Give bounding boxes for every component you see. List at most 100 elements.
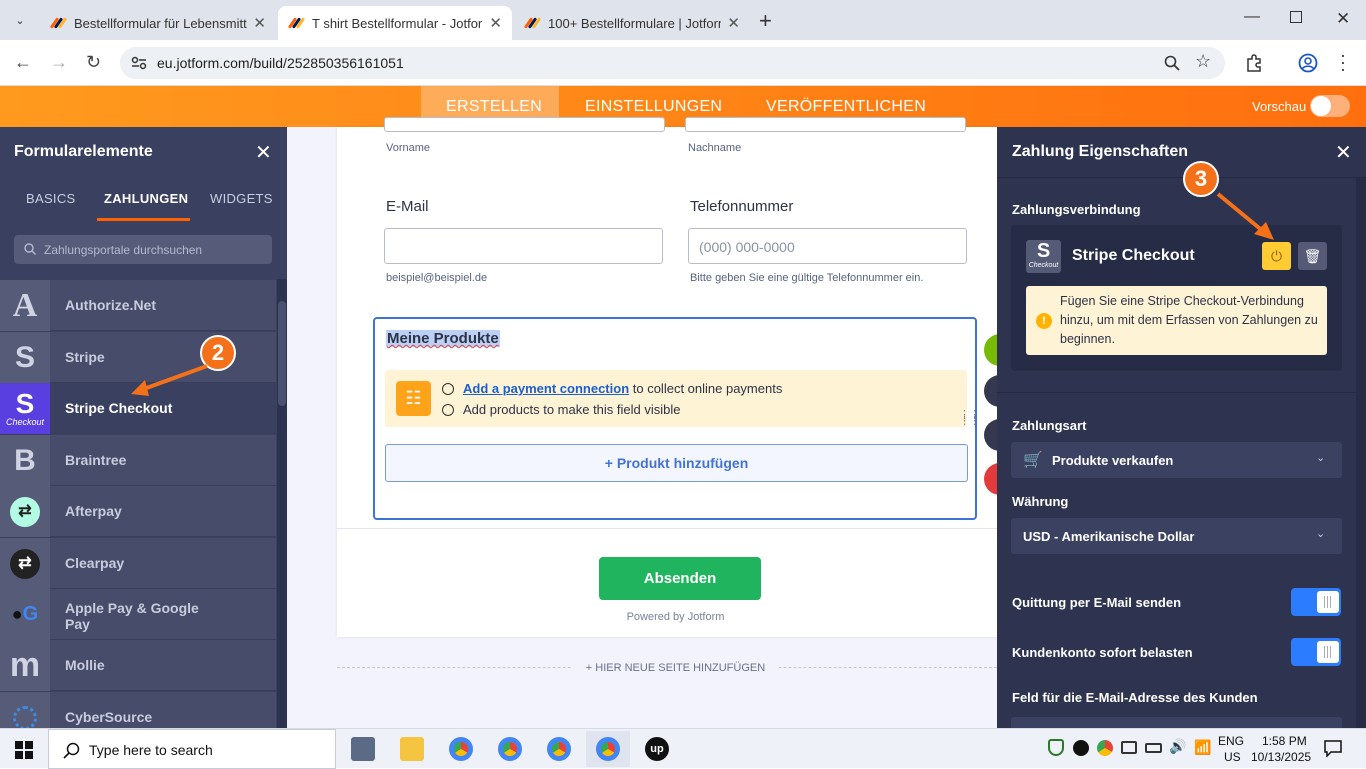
site-info-icon[interactable] xyxy=(131,56,147,70)
add-payment-connection-link[interactable]: Add a payment connection xyxy=(463,381,629,396)
add-product-button[interactable]: + Produkt hinzufügen xyxy=(385,444,968,482)
extensions-icon[interactable] xyxy=(1245,54,1263,72)
email-field-label: Feld für die E-Mail-Adresse des Kunden xyxy=(1012,690,1258,705)
close-tab-icon[interactable]: ✕ xyxy=(727,14,740,32)
minimize-icon[interactable]: — xyxy=(1244,8,1260,26)
gateway-label: Stripe xyxy=(65,349,105,365)
email-field-select[interactable] xyxy=(1011,717,1342,728)
browser-tab-2[interactable]: T shirt Bestellformular - Jotform ✕ xyxy=(278,6,512,40)
gateway-search-input[interactable]: Zahlungsportale durchsuchen xyxy=(14,235,272,264)
note-line-2: Add products to make this field visible xyxy=(463,402,681,417)
email-input[interactable] xyxy=(384,228,663,264)
bookmark-star-icon[interactable]: ☆ xyxy=(1195,51,1211,72)
chrome-profile-icon[interactable] xyxy=(498,737,522,761)
gateway-afterpay[interactable]: ⇄ Afterpay xyxy=(0,486,276,537)
gateway-apple-google-pay[interactable]: ● G Apple Pay & Google Pay xyxy=(0,589,276,640)
tab-widgets[interactable]: WIDGETS xyxy=(210,191,273,206)
products-setup-note: ☷ Add a payment connection to collect on… xyxy=(385,370,967,427)
checklist-radio-1 xyxy=(442,383,454,395)
close-tab-icon[interactable]: ✕ xyxy=(489,14,502,32)
browser-tab-1[interactable]: Bestellformular für Lebensmitte ✕ xyxy=(40,6,276,40)
file-explorer-icon[interactable] xyxy=(400,737,424,761)
tab-search-icon[interactable]: ⌄ xyxy=(10,11,30,31)
url-text: eu.jotform.com/build/252850356161051 xyxy=(157,55,404,71)
upwork-icon[interactable]: up xyxy=(645,737,669,761)
properties-scrollbar[interactable] xyxy=(1356,178,1366,728)
receipt-toggle[interactable] xyxy=(1291,588,1341,616)
add-new-page-label[interactable]: + HIER NEUE SEITE HINZUFÜGEN xyxy=(571,662,780,674)
clock-date[interactable]: 10/13/2025 xyxy=(1251,750,1311,764)
upwork-tray-icon[interactable] xyxy=(1073,740,1089,756)
jotform-favicon xyxy=(49,15,68,31)
products-title[interactable]: Meine Produkte xyxy=(386,330,500,347)
divider xyxy=(997,177,1366,178)
gateway-authorize-net[interactable]: A Authorize.Net xyxy=(0,280,276,331)
gateway-clearpay[interactable]: ⇄ Clearpay xyxy=(0,538,276,589)
volume-icon[interactable]: 🔊 xyxy=(1169,738,1186,755)
display-tray-icon[interactable] xyxy=(1121,741,1137,754)
form-canvas: Vorname Nachname E-Mail Telefonnummer (0… xyxy=(287,117,1010,728)
chrome-icon[interactable] xyxy=(449,737,473,761)
properties-title: Zahlung Eigenschaften xyxy=(1012,143,1189,160)
preview-toggle[interactable] xyxy=(1310,95,1350,117)
first-name-input[interactable] xyxy=(384,117,665,132)
wifi-icon[interactable]: 📶 xyxy=(1194,739,1211,756)
payment-type-select[interactable]: 🛒 Produkte verkaufen ⌄ xyxy=(1011,442,1342,478)
zoom-icon[interactable] xyxy=(1164,55,1180,71)
stripe-checkout-logo-icon: S Checkout xyxy=(1026,240,1061,273)
close-window-icon[interactable]: ✕ xyxy=(1336,9,1350,29)
taskbar-search-input[interactable]: Type here to search xyxy=(48,729,336,769)
browser-tab-3[interactable]: 100+ Bestellformulare | Jotform ✕ xyxy=(514,6,750,40)
divider xyxy=(337,528,997,529)
battery-icon[interactable] xyxy=(1145,743,1162,753)
currency-label: Währung xyxy=(1012,494,1069,509)
security-shield-icon[interactable] xyxy=(1048,739,1064,756)
add-new-page[interactable]: + HIER NEUE SEITE HINZUFÜGEN xyxy=(337,662,997,679)
region-label[interactable]: US xyxy=(1224,750,1241,764)
delete-trash-button[interactable]: 🗑 xyxy=(1298,242,1327,270)
chrome-tray-icon[interactable] xyxy=(1097,740,1113,756)
gateway-braintree[interactable]: B Braintree xyxy=(0,435,276,486)
last-name-sublabel: Nachname xyxy=(688,142,742,154)
address-bar-row: ← → ↻ eu.jotform.com/build/2528503561610… xyxy=(0,40,1366,86)
profile-icon[interactable] xyxy=(1298,53,1318,73)
calculator-icon[interactable] xyxy=(351,737,375,761)
gateway-label: Authorize.Net xyxy=(65,297,156,313)
close-tab-icon[interactable]: ✕ xyxy=(253,14,266,32)
phone-input[interactable]: (000) 000-0000 xyxy=(688,228,967,264)
drag-handle-icon[interactable]: ⋮⋮ ⋮⋮ xyxy=(959,410,980,427)
chrome-profile-2-icon[interactable] xyxy=(547,737,571,761)
notifications-icon[interactable] xyxy=(1324,739,1342,757)
last-name-input[interactable] xyxy=(685,117,966,132)
payment-type-value: Produkte verkaufen xyxy=(1052,453,1174,468)
new-tab-icon[interactable]: + xyxy=(759,8,772,34)
search-icon xyxy=(63,742,80,759)
powered-by-label: Powered by Jotform xyxy=(626,611,725,623)
panel-scrollbar[interactable] xyxy=(277,279,287,728)
forward-icon[interactable]: → xyxy=(50,52,68,73)
active-tab-indicator xyxy=(97,218,190,221)
currency-select[interactable]: USD - Amerikanische Dollar ⌄ xyxy=(1011,518,1342,554)
browser-menu-icon[interactable]: · · · xyxy=(1340,46,1346,78)
back-icon[interactable]: ← xyxy=(14,52,32,73)
afterpay-icon: ⇄ xyxy=(0,486,50,537)
charge-toggle[interactable] xyxy=(1291,638,1341,666)
windows-taskbar: Type here to search up 🔊 📶 ENG US 1:58 P… xyxy=(0,728,1366,769)
submit-button[interactable]: Absenden xyxy=(599,557,761,600)
url-field[interactable]: eu.jotform.com/build/252850356161051 ☆ xyxy=(120,47,1225,79)
connect-plug-button[interactable]: ⏻ xyxy=(1262,242,1291,270)
maximize-icon[interactable] xyxy=(1290,11,1302,23)
mollie-icon: m xyxy=(0,640,50,691)
close-properties-icon[interactable]: ✕ xyxy=(1335,140,1352,165)
products-field[interactable]: Meine Produkte ☷ Add a payment connectio… xyxy=(373,317,980,520)
gateway-mollie[interactable]: m Mollie xyxy=(0,640,276,691)
clock-time[interactable]: 1:58 PM xyxy=(1262,734,1307,748)
reload-icon[interactable]: ↻ xyxy=(86,52,101,73)
chrome-active-icon[interactable] xyxy=(596,737,620,761)
windows-start-icon[interactable] xyxy=(15,741,33,759)
tab-basics[interactable]: BASICS xyxy=(26,191,75,206)
tab-zahlungen[interactable]: ZAHLUNGEN xyxy=(104,191,188,206)
close-panel-icon[interactable]: ✕ xyxy=(255,140,272,165)
language-label[interactable]: ENG xyxy=(1218,734,1244,748)
gateway-connection-card: S Checkout Stripe Checkout ⏻ 🗑 ! Fügen Si… xyxy=(1011,225,1342,371)
